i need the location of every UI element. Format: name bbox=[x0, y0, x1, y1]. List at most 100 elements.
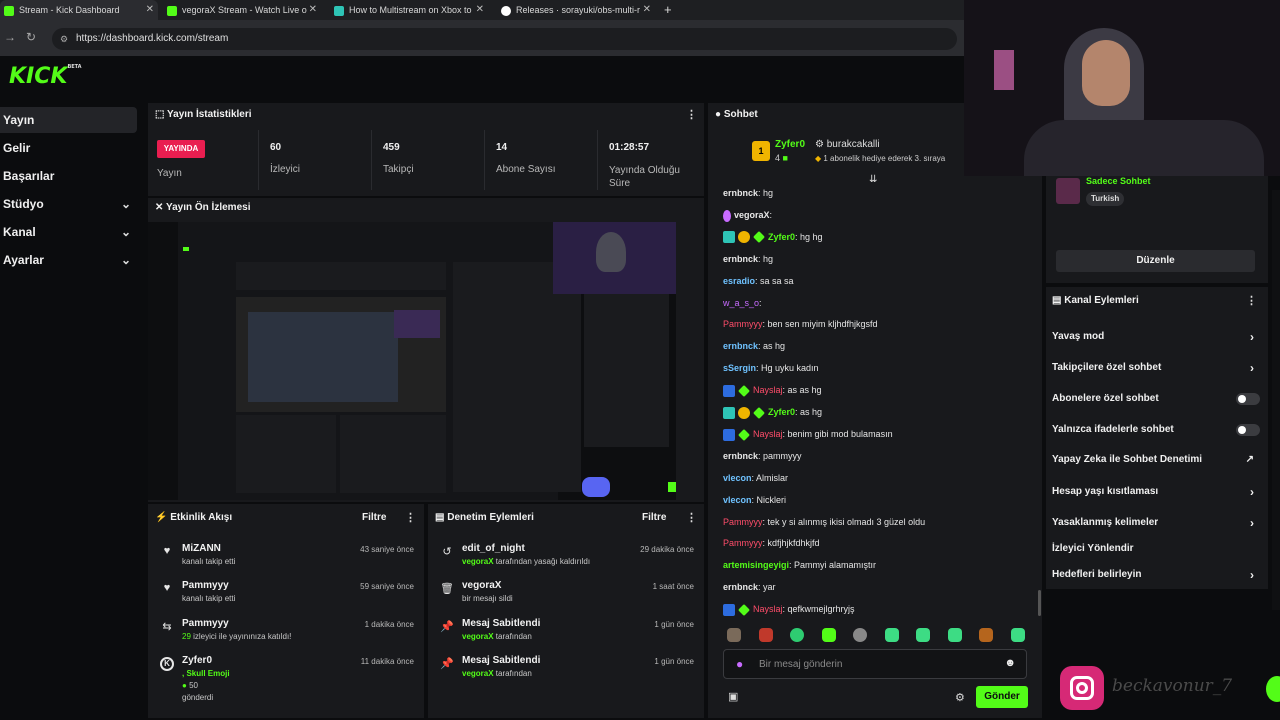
chat-message: Nayslaj: qefkwmejlgrhryjş bbox=[723, 601, 855, 617]
channel-action-item[interactable]: Yasaklanmış kelimeler › bbox=[1052, 512, 1262, 534]
pinned-user[interactable]: Zyfer0 bbox=[775, 139, 805, 150]
browser-tab-vegorax[interactable]: vegoraX Stream - Watch Live o ✕ bbox=[163, 0, 321, 20]
store-icon[interactable]: ▣ bbox=[728, 690, 738, 703]
chat-username[interactable]: sSergin bbox=[723, 363, 756, 373]
close-tab-icon[interactable]: ✕ bbox=[146, 0, 154, 20]
chat-username[interactable]: vlecon bbox=[723, 473, 752, 483]
activity-user[interactable]: MiZANN bbox=[182, 543, 221, 554]
toggle-switch[interactable] bbox=[1236, 393, 1260, 405]
emote-icon[interactable] bbox=[885, 628, 899, 642]
emote-icon[interactable] bbox=[948, 628, 962, 642]
emoji-picker-icon[interactable]: ☻ bbox=[1004, 657, 1016, 669]
chat-username[interactable]: vlecon bbox=[723, 495, 752, 505]
chevron-down-icon: ⌄ bbox=[120, 197, 131, 211]
sidebar-item-gelir[interactable]: Gelir bbox=[0, 135, 137, 161]
pinned-gifter[interactable]: ⚙ burakcakalli bbox=[815, 139, 880, 150]
follower-label: Takipçi bbox=[383, 164, 414, 175]
reload-icon[interactable]: ↻ bbox=[26, 30, 36, 44]
activity-item: ♥ MiZANN kanalı takip etti 43 saniye önc… bbox=[160, 543, 416, 579]
new-tab-button[interactable]: + bbox=[664, 0, 680, 20]
chat-username[interactable]: ernbnck bbox=[723, 451, 758, 461]
moderation-target[interactable]: Mesaj Sabitlendi bbox=[462, 655, 540, 666]
chat-username[interactable]: Nayslaj bbox=[753, 604, 783, 614]
collapse-pinned-icon[interactable]: ⇊ bbox=[869, 174, 877, 185]
chat-username[interactable]: ernbnck bbox=[723, 341, 758, 351]
sidebar-item-label: Başarılar bbox=[3, 169, 55, 183]
chat-username[interactable]: vegoraX bbox=[734, 210, 770, 220]
emote-icon[interactable] bbox=[790, 628, 804, 642]
moderation-target[interactable]: Mesaj Sabitlendi bbox=[462, 618, 540, 629]
browser-tab-multistream[interactable]: How to Multistream on Xbox to ✕ bbox=[330, 0, 488, 20]
sidebar-item-kanal[interactable]: Kanal ⌄ bbox=[0, 219, 137, 245]
chat-scrollbar[interactable] bbox=[1038, 590, 1041, 616]
channel-action-item[interactable]: Hedefleri belirleyin › bbox=[1052, 564, 1262, 586]
toggle-switch[interactable] bbox=[1236, 424, 1260, 436]
channel-action-item[interactable]: Takipçilere özel sohbet › bbox=[1052, 357, 1262, 379]
chat-username[interactable]: Zyfer0 bbox=[768, 407, 795, 417]
browser-tab-kick-dashboard[interactable]: Stream - Kick Dashboard ✕ bbox=[0, 0, 158, 20]
chat-username[interactable]: Nayslaj bbox=[753, 385, 783, 395]
chat-text: : Almislar bbox=[751, 472, 789, 483]
activity-more-icon[interactable]: ⋮ bbox=[405, 511, 416, 524]
emote-icon[interactable] bbox=[759, 628, 773, 642]
emote-icon[interactable] bbox=[853, 628, 867, 642]
emote-icon[interactable] bbox=[1011, 628, 1025, 642]
activity-filter-button[interactable]: Filtre bbox=[362, 512, 386, 523]
live-duration-label: Yayında Olduğu Süre bbox=[609, 165, 680, 189]
chat-message: vlecon: Nickleri bbox=[723, 492, 786, 508]
sidebar-item-basarilar[interactable]: Başarılar bbox=[0, 163, 137, 189]
channel-action-item[interactable]: Hesap yaşı kısıtlaması › bbox=[1052, 481, 1262, 503]
activity-user[interactable]: Pammyyy bbox=[182, 580, 229, 591]
channel-action-item[interactable]: Yapay Zeka ile Sohbet Denetimi ↗ bbox=[1052, 449, 1262, 471]
chat-input-box[interactable]: ● Bir mesaj gönderin ☻ bbox=[723, 649, 1027, 679]
channel-action-item[interactable]: Abonelere özel sohbet bbox=[1052, 388, 1262, 410]
mod-badge-icon bbox=[738, 384, 750, 397]
moderation-target[interactable]: edit_of_night bbox=[462, 543, 525, 554]
site-info-icon[interactable]: ⚙ bbox=[60, 28, 68, 50]
chat-settings-gear-icon[interactable]: ⚙ bbox=[955, 691, 965, 704]
chat-username[interactable]: ernbnck bbox=[723, 188, 758, 198]
kick-logo[interactable]: KICKBETA bbox=[9, 64, 82, 89]
channel-action-item[interactable]: Yavaş mod › bbox=[1052, 326, 1262, 348]
chat-username[interactable]: Pammyyy bbox=[723, 517, 763, 527]
browser-tab-github[interactable]: Releases · sorayuki/obs-multi-r ✕ bbox=[497, 0, 655, 20]
chat-username[interactable]: Pammyyy bbox=[723, 319, 763, 329]
chat-username[interactable]: Zyfer0 bbox=[768, 232, 795, 242]
close-tab-icon[interactable]: ✕ bbox=[309, 0, 317, 20]
forward-icon[interactable]: → bbox=[4, 30, 16, 44]
channel-action-item[interactable]: Yalnızca ifadelerle sohbet bbox=[1052, 419, 1262, 441]
moderation-filter-button[interactable]: Filtre bbox=[642, 512, 666, 523]
edit-channel-button[interactable]: Düzenle bbox=[1056, 250, 1255, 272]
channel-action-item[interactable]: İzleyici Yönlendir bbox=[1052, 538, 1262, 560]
verified-badge-icon bbox=[753, 231, 765, 244]
stats-more-icon[interactable]: ⋮ bbox=[686, 108, 697, 121]
emote-icon[interactable] bbox=[979, 628, 993, 642]
chat-text: : tek y si alınmış ikisi olmadı 3 güzel … bbox=[762, 516, 926, 527]
channel-actions-more-icon[interactable]: ⋮ bbox=[1246, 294, 1257, 307]
url-bar[interactable]: ⚙ https://dashboard.kick.com/stream bbox=[52, 28, 957, 50]
moderation-target[interactable]: vegoraX bbox=[462, 580, 501, 591]
chat-username[interactable]: esradio bbox=[723, 276, 755, 286]
activity-user[interactable]: Pammyyy bbox=[182, 618, 229, 629]
chat-username[interactable]: ernbnck bbox=[723, 582, 758, 592]
chat-username[interactable]: Nayslaj bbox=[753, 429, 783, 439]
moderation-more-icon[interactable]: ⋮ bbox=[686, 511, 697, 524]
emote-icon[interactable] bbox=[916, 628, 930, 642]
emote-icon[interactable] bbox=[822, 628, 836, 642]
channel-action-label: Hesap yaşı kısıtlaması bbox=[1052, 486, 1159, 497]
sidebar-item-ayarlar[interactable]: Ayarlar ⌄ bbox=[0, 247, 137, 273]
webcam-overlay bbox=[964, 0, 1280, 176]
close-tab-icon[interactable]: ✕ bbox=[476, 0, 484, 20]
chat-username[interactable]: ernbnck bbox=[723, 254, 758, 264]
send-button[interactable]: Gönder bbox=[976, 686, 1028, 708]
emote-icon[interactable] bbox=[727, 628, 741, 642]
sidebar-item-studyo[interactable]: Stüdyo ⌄ bbox=[0, 191, 137, 217]
chat-username[interactable]: artemisingeyigi bbox=[723, 560, 789, 570]
chat-username[interactable]: Pammyyy bbox=[723, 538, 763, 548]
chat-username[interactable]: w_a_s_o bbox=[723, 298, 759, 308]
sidebar-item-yayin[interactable]: Yayın bbox=[0, 107, 137, 133]
stream-preview-video[interactable] bbox=[148, 222, 676, 500]
close-tab-icon[interactable]: ✕ bbox=[643, 0, 651, 20]
activity-user[interactable]: Zyfer0 bbox=[182, 655, 212, 666]
chat-message: Zyfer0: hg hg bbox=[723, 229, 823, 245]
